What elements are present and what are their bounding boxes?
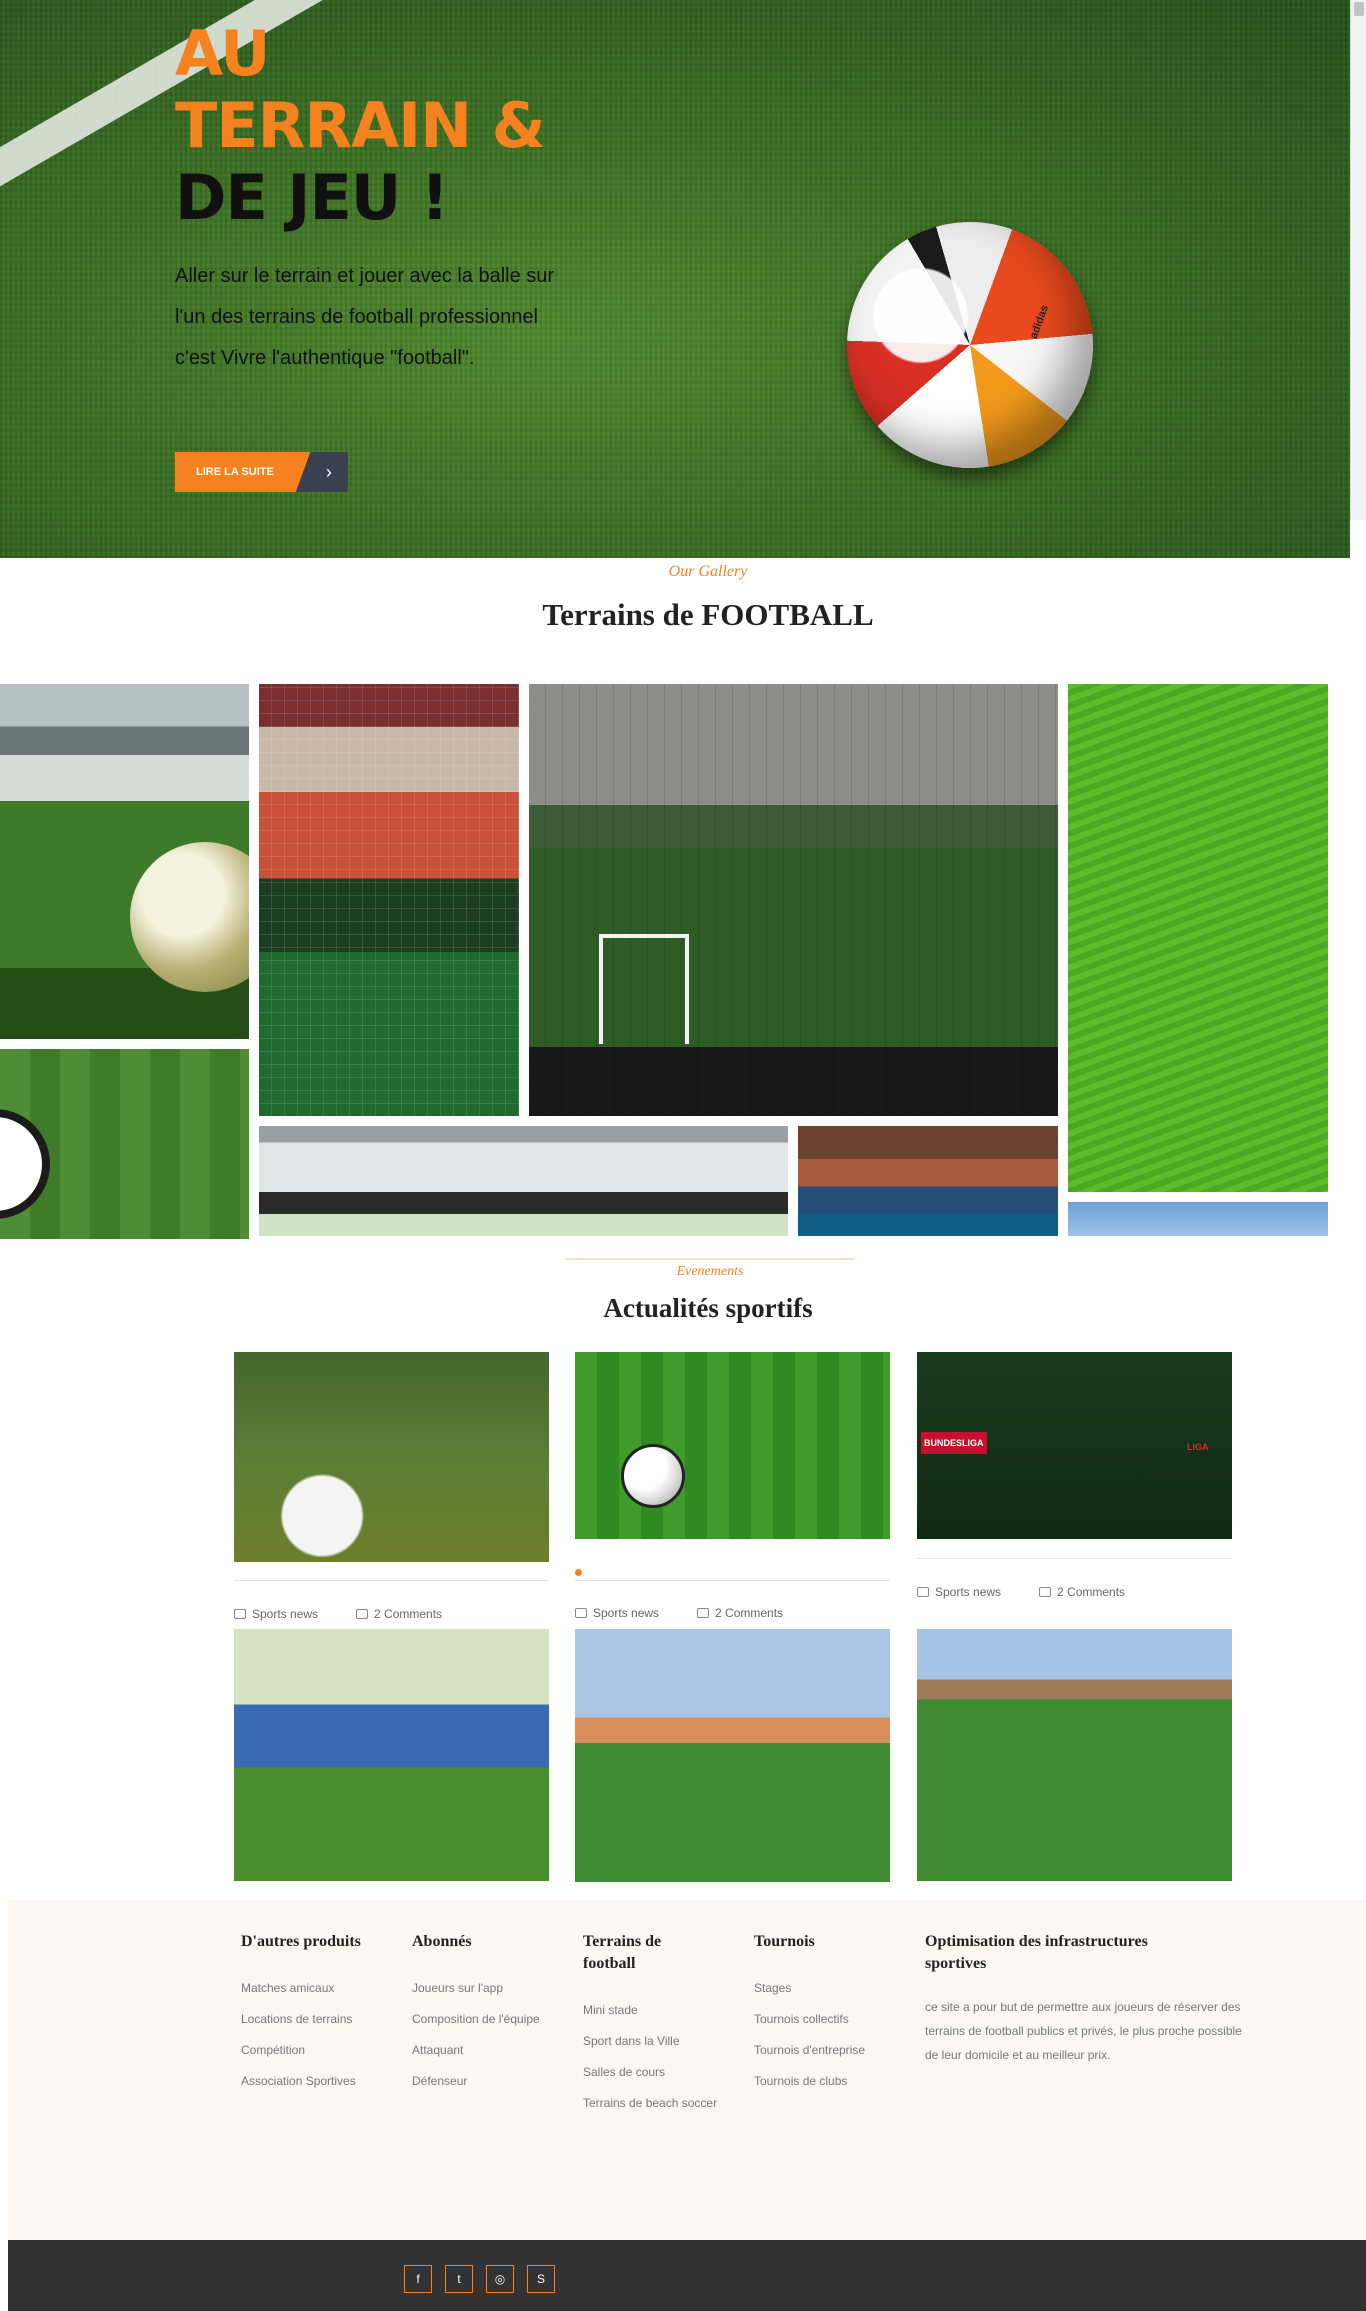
facebook-icon[interactable]: f	[404, 2265, 432, 2293]
news-image-cleats-ball[interactable]	[234, 1352, 549, 1562]
footer-col-about: Optimisation des infrastructures sportive…	[925, 1931, 1243, 2067]
read-more-button[interactable]: LIRE LA SUITE ›	[175, 452, 348, 492]
ball-image	[621, 1444, 685, 1508]
news-title: Actualités sportifs	[603, 1293, 813, 1323]
news-category[interactable]: Sports news	[575, 1606, 659, 1620]
league-logo-left: BUNDESLIGA	[921, 1432, 987, 1454]
news-image-league-logos[interactable]: BUNDESLIGA LIGA	[917, 1352, 1232, 1539]
gallery-image-sky[interactable]	[1068, 1202, 1328, 1236]
news-category[interactable]: Sports news	[234, 1607, 318, 1621]
hero-title-line-1: AU	[175, 17, 270, 90]
ball-image	[130, 842, 249, 992]
section-divider	[565, 1258, 855, 1260]
net-overlay	[259, 684, 519, 1116]
footer-heading: D'autres produits	[241, 1933, 361, 1950]
footer-col-subscribers: Abonnés Joueurs sur l'app Composition de…	[412, 1931, 540, 2097]
footer-heading: Terrains de football	[583, 1933, 662, 1972]
footer-col-pitches: Terrains de football Mini stade Sport dan…	[583, 1931, 717, 2119]
footer-link[interactable]: Locations de terrains	[241, 2004, 361, 2035]
hero-title: AU TERRAIN & DE JEU !	[175, 18, 595, 234]
chat-icon	[917, 1587, 929, 1597]
footer-link[interactable]: Tournois de clubs	[754, 2066, 865, 2097]
news-divider	[917, 1558, 1232, 1559]
hero-title-line-2: TERRAIN &	[175, 89, 546, 162]
comment-icon	[697, 1608, 710, 1618]
hero-description: Aller sur le terrain et jouer avec la ba…	[175, 265, 555, 369]
comment-icon	[356, 1609, 369, 1619]
twitter-icon[interactable]: t	[445, 2265, 473, 2293]
gallery-kicker: Our Gallery	[668, 563, 748, 580]
goal-image	[599, 934, 689, 1044]
footer-link[interactable]: Sport dans la Ville	[583, 2026, 717, 2057]
footer-link[interactable]: Défenseur	[412, 2066, 540, 2097]
gallery-image-futsal-arena[interactable]	[529, 684, 1058, 1116]
footer-about-text: ce site a pour but de permettre aux joue…	[925, 2000, 1242, 2062]
news-meta: Sports news 2 Comments	[575, 1606, 783, 1620]
footer-link[interactable]: Tournois collectifs	[754, 2004, 865, 2035]
footer-link[interactable]: Terrains de beach soccer	[583, 2088, 717, 2119]
news-divider	[234, 1580, 549, 1581]
news-image-referee[interactable]	[575, 1629, 890, 1882]
football-image	[847, 222, 1093, 468]
bottom-bar	[8, 2240, 1366, 2311]
footer-link[interactable]: Attaquant	[412, 2035, 540, 2066]
news-meta: Sports news 2 Comments	[234, 1607, 442, 1621]
instagram-icon[interactable]: ◎	[486, 2265, 514, 2293]
footer-heading: Abonnés	[412, 1933, 472, 1950]
news-category[interactable]: Sports news	[917, 1585, 1001, 1599]
news-divider	[575, 1580, 890, 1581]
footer-link[interactable]: Tournois d'entreprise	[754, 2035, 865, 2066]
news-image-youth-match[interactable]	[917, 1629, 1232, 1881]
footer-link[interactable]: Association Sportives	[241, 2066, 361, 2097]
footer-heading: Optimisation des infrastructures sportive…	[925, 1933, 1148, 1972]
footer-link[interactable]: Salles de cours	[583, 2057, 717, 2088]
read-more-label: LIRE LA SUITE	[175, 452, 314, 492]
footer-col-tournaments: Tournois Stages Tournois collectifs Tour…	[754, 1931, 865, 2097]
gallery-image-center-circle[interactable]	[0, 1049, 249, 1239]
hero-banner: AU TERRAIN & DE JEU ! Aller sur le terra…	[0, 0, 1350, 558]
footer-link[interactable]: Matches amicaux	[241, 1973, 361, 2004]
footer-heading: Tournois	[754, 1933, 815, 1950]
chat-icon	[234, 1609, 246, 1619]
news-comments[interactable]: 2 Comments	[697, 1606, 783, 1620]
gallery-image-indoor-pitch[interactable]	[259, 684, 519, 1116]
news-image-ball-grass[interactable]	[575, 1352, 890, 1539]
hero-title-line-3: DE JEU !	[175, 161, 449, 234]
news-comments[interactable]: 2 Comments	[356, 1607, 442, 1621]
news-kicker: Evenements	[676, 1264, 744, 1279]
center-logo-image	[0, 1109, 50, 1219]
news-image-team-trophies[interactable]	[234, 1629, 549, 1881]
scrollbar-thumb[interactable]	[1354, 2, 1364, 16]
news-comments[interactable]: 2 Comments	[1039, 1585, 1125, 1599]
net-overlay	[529, 684, 1058, 1116]
carousel-dot[interactable]	[575, 1569, 582, 1576]
gallery-image-stadium-wall[interactable]	[798, 1126, 1058, 1236]
chat-icon	[575, 1608, 587, 1618]
gallery-title: Terrains de FOOTBALL	[542, 597, 874, 632]
gallery-image-ball-closeup[interactable]	[0, 684, 249, 1039]
league-logo-right: LIGA	[1187, 1442, 1209, 1452]
footer-link[interactable]: Joueurs sur l'app	[412, 1973, 540, 2004]
footer-link[interactable]: Composition de l'équipe	[412, 2004, 540, 2035]
footer-link[interactable]: Mini stade	[583, 1995, 717, 2026]
hero-text-block: AU TERRAIN & DE JEU ! Aller sur le terra…	[175, 18, 595, 379]
footer-link[interactable]: Compétition	[241, 2035, 361, 2066]
gallery-image-grass-texture[interactable]	[1068, 684, 1328, 1192]
comment-icon	[1039, 1587, 1052, 1597]
page-scrollbar[interactable]	[1350, 0, 1366, 520]
footer-link[interactable]: Stages	[754, 1973, 865, 2004]
gallery-image-goal-net[interactable]	[259, 1126, 788, 1236]
footer-col-products: D'autres produits Matches amicaux Locati…	[241, 1931, 361, 2097]
skype-icon[interactable]: S	[527, 2265, 555, 2293]
news-meta: Sports news 2 Comments	[917, 1585, 1125, 1599]
